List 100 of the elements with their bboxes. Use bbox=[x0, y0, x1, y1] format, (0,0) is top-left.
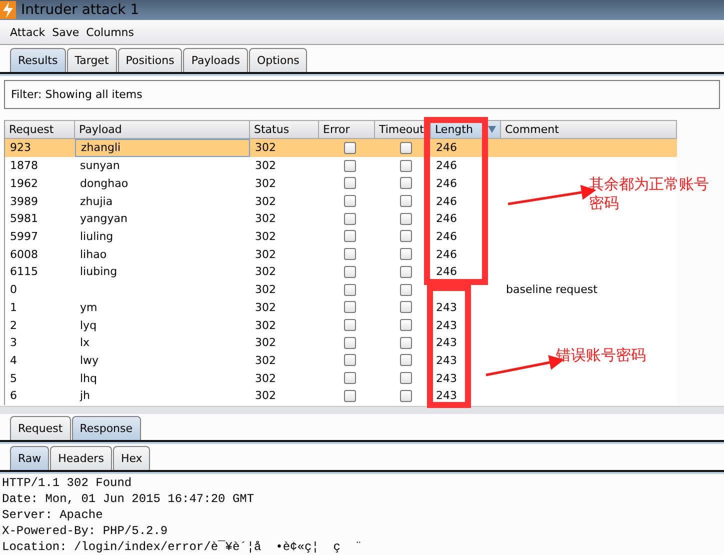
table-cell-text: 246 bbox=[435, 264, 458, 280]
checkbox[interactable] bbox=[344, 336, 356, 349]
checkbox[interactable] bbox=[400, 301, 412, 314]
table-cell-text: yangyan bbox=[79, 211, 128, 228]
checkbox[interactable] bbox=[344, 372, 356, 384]
tab[interactable]: Request bbox=[10, 416, 71, 440]
table-cell: 246 bbox=[431, 139, 501, 157]
table-cell[interactable]: 6 bbox=[5, 387, 75, 405]
checkbox[interactable] bbox=[344, 230, 356, 242]
table-cell[interactable]: 923 bbox=[5, 139, 75, 157]
table-cell[interactable]: 5997 bbox=[5, 228, 75, 246]
table-cell-text: 243 bbox=[435, 370, 458, 387]
checkbox[interactable] bbox=[400, 177, 412, 190]
window-title: Intruder attack 1 bbox=[21, 2, 140, 18]
menu-item[interactable]: Columns bbox=[86, 26, 134, 38]
table-cell[interactable]: 5981 bbox=[5, 210, 75, 228]
table-cell: zhangli bbox=[75, 139, 250, 157]
table-cell-text: lihao bbox=[79, 246, 108, 263]
table-cell-text: lhq bbox=[79, 370, 98, 387]
table-cell[interactable]: 1 bbox=[5, 298, 75, 316]
checkbox[interactable] bbox=[400, 336, 412, 349]
menu-item[interactable]: Save bbox=[52, 26, 80, 38]
checkbox[interactable] bbox=[400, 160, 412, 172]
table-cell-text: ym bbox=[79, 300, 98, 316]
checkbox[interactable] bbox=[400, 142, 412, 154]
table-cell-text: 302 bbox=[254, 352, 277, 369]
checkbox[interactable] bbox=[344, 248, 356, 260]
table-cell[interactable]: 2 bbox=[5, 316, 75, 334]
checkbox[interactable] bbox=[344, 177, 356, 190]
checkbox[interactable] bbox=[344, 319, 356, 332]
scrollbar[interactable] bbox=[0, 406, 724, 414]
table-cell[interactable]: 1962 bbox=[5, 174, 75, 192]
tab[interactable]: Options bbox=[248, 48, 308, 72]
tab[interactable]: Results bbox=[10, 48, 66, 72]
checkbox[interactable] bbox=[400, 230, 412, 242]
checkbox[interactable] bbox=[400, 372, 412, 384]
table-cell-text: 246 bbox=[435, 194, 458, 210]
table-cell-text: jh bbox=[78, 388, 92, 404]
checkbox[interactable] bbox=[344, 160, 356, 172]
response-line: Date: Mon, 01 Jun 2015 16:47:20 GMT bbox=[2, 490, 256, 507]
table-cell[interactable]: 3 bbox=[5, 334, 75, 352]
checkbox[interactable] bbox=[344, 266, 356, 278]
table-cell-text: 246 bbox=[435, 176, 458, 192]
column-header[interactable]: Comment bbox=[501, 120, 677, 139]
column-header[interactable]: Request bbox=[5, 120, 75, 139]
checkbox[interactable] bbox=[344, 390, 356, 402]
checkbox[interactable] bbox=[344, 195, 356, 208]
table-cell: 302 bbox=[250, 139, 319, 157]
filter-text: Filter: Showing all items bbox=[11, 88, 142, 101]
checkbox[interactable] bbox=[400, 266, 412, 278]
table-cell[interactable]: 1878 bbox=[5, 156, 75, 174]
filter-bar[interactable]: Filter: Showing all items bbox=[4, 80, 720, 109]
checkbox[interactable] bbox=[400, 195, 412, 208]
checkbox[interactable] bbox=[344, 142, 356, 154]
table-cell-text: liubing bbox=[79, 264, 118, 280]
checkbox[interactable] bbox=[344, 354, 356, 366]
table-cell[interactable]: 0 bbox=[5, 280, 75, 298]
table-cell-text: sunyan bbox=[79, 158, 121, 174]
table-cell[interactable]: 5 bbox=[5, 369, 75, 388]
response-line: Location: /login/index/error/è¯¥è´¦å •è¢«ç¦ ç ¨ bbox=[2, 538, 364, 555]
menu-item[interactable]: Attack bbox=[10, 26, 46, 38]
table-cell-text: 302 bbox=[254, 228, 277, 245]
table-cell-text: 243 bbox=[435, 335, 458, 352]
table-cell-text: 302 bbox=[254, 158, 277, 174]
tab[interactable]: Target bbox=[66, 48, 117, 72]
response-line: Server: Apache bbox=[2, 506, 104, 523]
table-cell-text: baseline request bbox=[505, 282, 598, 298]
table-cell-text: 302 bbox=[254, 318, 277, 334]
table-cell-text: 243 bbox=[435, 352, 458, 369]
column-header[interactable]: Error bbox=[319, 120, 375, 139]
table-cell[interactable]: 3989 bbox=[5, 192, 75, 210]
response-line: X-Powered-By: PHP/5.2.9 bbox=[2, 522, 169, 539]
tab[interactable]: Response bbox=[72, 416, 141, 440]
checkbox[interactable] bbox=[400, 212, 412, 225]
tab[interactable]: Hex bbox=[112, 446, 150, 470]
table-cell-text: lx bbox=[79, 335, 91, 352]
tab[interactable]: Headers bbox=[50, 446, 112, 470]
checkbox[interactable] bbox=[344, 212, 356, 225]
checkbox[interactable] bbox=[344, 301, 356, 314]
checkbox[interactable] bbox=[400, 390, 412, 402]
table-cell[interactable]: 4 bbox=[5, 352, 75, 370]
table-cell-text: 302 bbox=[254, 300, 277, 316]
checkbox[interactable] bbox=[400, 248, 412, 260]
checkbox[interactable] bbox=[400, 284, 412, 296]
tab[interactable]: Positions bbox=[118, 48, 182, 72]
column-header[interactable]: Status bbox=[250, 120, 319, 139]
table-cell-text: 246 bbox=[435, 228, 458, 245]
column-header[interactable]: Payload bbox=[75, 120, 250, 139]
table-cell-text: 243 bbox=[435, 388, 458, 404]
sort-descending-icon bbox=[488, 126, 496, 133]
table-cell-text: 243 bbox=[435, 318, 458, 334]
table-cell[interactable]: 6115 bbox=[5, 263, 75, 281]
checkbox[interactable] bbox=[400, 319, 412, 332]
table-cell[interactable]: 6008 bbox=[5, 245, 75, 264]
checkbox[interactable] bbox=[400, 354, 412, 366]
table-cell-text: liuling bbox=[79, 228, 114, 245]
tab[interactable]: Payloads bbox=[183, 48, 248, 72]
tab[interactable]: Raw bbox=[10, 446, 50, 470]
checkbox[interactable] bbox=[344, 284, 356, 296]
table-cell-text: 246 bbox=[435, 246, 458, 263]
